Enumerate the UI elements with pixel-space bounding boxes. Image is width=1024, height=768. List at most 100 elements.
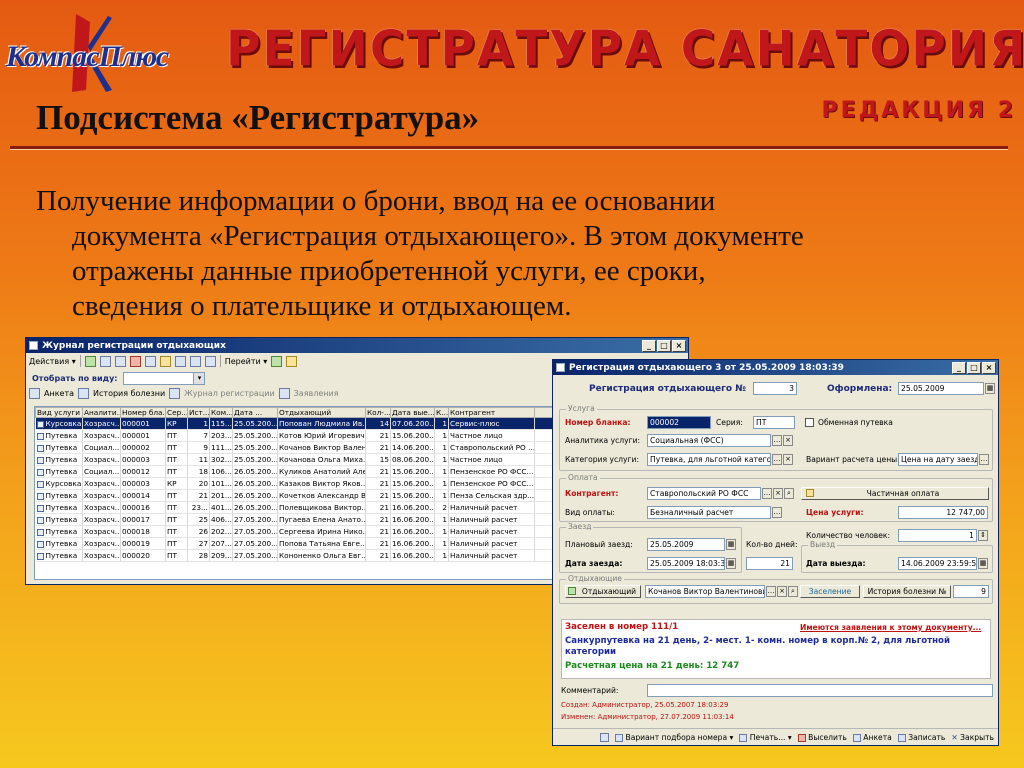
post-icon[interactable] (189, 355, 201, 367)
guest-button[interactable]: Отдыхающий (565, 585, 641, 598)
close-button[interactable]: × (672, 339, 686, 352)
maximize-button[interactable]: □ (657, 339, 671, 352)
table-cell: 101... (209, 477, 233, 490)
calendar-icon[interactable]: ▦ (985, 383, 995, 394)
column-header[interactable]: Вид услуги (35, 407, 83, 418)
stepper-icon[interactable]: ⇕ (978, 530, 988, 541)
evict-button[interactable]: Выселить (797, 733, 847, 742)
series-field[interactable]: ПТ (753, 416, 795, 429)
table-cell: Ставропольский РО ... (448, 441, 535, 454)
column-header[interactable]: Ком... (209, 407, 233, 418)
interval-icon[interactable] (144, 355, 156, 367)
table-cell: 1 (434, 525, 449, 538)
search-icon[interactable]: ⌕ (788, 586, 798, 597)
column-header[interactable]: Номер бла... (120, 407, 166, 418)
table-cell: 21 (187, 489, 210, 502)
calc-variant-field[interactable]: Цена на дату заезд (898, 453, 978, 466)
search-icon[interactable]: ⌕ (784, 488, 794, 499)
column-header[interactable]: Ист... (187, 407, 210, 418)
exchange-checkbox[interactable] (805, 418, 814, 427)
history-field[interactable]: 9 (953, 585, 989, 598)
pay-kind-field[interactable]: Безналичный расчет (647, 506, 771, 519)
anketa-link[interactable]: Анкета (44, 389, 74, 398)
select-button[interactable]: … (762, 488, 772, 499)
select-button[interactable]: … (772, 435, 782, 446)
registration-title: Регистрация отдыхающего 3 от 25.05.2009 … (569, 362, 844, 373)
settle-button[interactable]: Заселение (800, 585, 860, 598)
comment-field[interactable] (647, 684, 993, 697)
clear-icon[interactable]: × (783, 454, 793, 465)
refresh-icon[interactable] (271, 355, 283, 367)
filter-combo[interactable]: ▾ (123, 371, 206, 385)
table-cell: 115... (209, 417, 233, 430)
post-icon[interactable] (600, 732, 610, 742)
calendar-icon[interactable]: ▦ (726, 539, 736, 550)
category-field[interactable]: Путевка, для льготной катего (647, 453, 771, 466)
clear-icon[interactable]: × (777, 586, 787, 597)
document-icon (36, 432, 44, 440)
save-button[interactable]: Записать (897, 733, 945, 742)
table-cell: 15.06.200... (390, 429, 435, 442)
days-field[interactable]: 21 (746, 557, 793, 570)
chevron-down-icon[interactable]: ▾ (193, 372, 205, 384)
add-icon[interactable] (84, 355, 96, 367)
guest-field[interactable]: Кочанов Виктор Валентинович (645, 585, 765, 598)
issued-date-field[interactable]: 25.05.2009 (898, 382, 984, 395)
actions-menu[interactable]: Действия ▾ (29, 357, 76, 366)
column-header[interactable]: Дата ... (232, 407, 278, 418)
document-icon (36, 468, 44, 476)
column-header[interactable]: К... (434, 407, 449, 418)
print-button[interactable]: Печать... ▾ (739, 733, 792, 742)
blank-field[interactable]: 000002 (647, 416, 711, 429)
room-variant-button[interactable]: Вариант подбора номера ▾ (615, 733, 733, 742)
calendar-icon[interactable]: ▦ (978, 558, 988, 569)
column-header[interactable]: Контрагент (448, 407, 535, 418)
column-header[interactable]: Аналити... (82, 407, 121, 418)
reg-journal-link[interactable]: Журнал регистрации (184, 389, 275, 398)
delete-icon[interactable] (129, 355, 141, 367)
requests-link[interactable]: Имеются заявления к этому документу... (800, 623, 981, 632)
maximize-button[interactable]: □ (967, 361, 981, 374)
doc-number-field[interactable]: 3 (753, 382, 797, 395)
history-link[interactable]: История болезни (93, 389, 165, 398)
clear-icon[interactable]: × (773, 488, 783, 499)
history-button[interactable]: История болезни № (863, 585, 951, 598)
exchange-label: Обменная путевка (818, 418, 893, 427)
close-button[interactable]: × (982, 361, 996, 374)
tree-icon[interactable] (174, 355, 186, 367)
select-button[interactable]: … (979, 454, 989, 465)
arrival-field[interactable]: 25.05.2009 18:03:39 (647, 557, 725, 570)
copy-icon[interactable] (99, 355, 111, 367)
filter-icon[interactable] (159, 355, 171, 367)
select-button[interactable]: … (772, 454, 782, 465)
column-header[interactable]: Кол-... (365, 407, 391, 418)
edit-icon[interactable] (114, 355, 126, 367)
close-form-button[interactable]: ✕ Закрыть (951, 733, 994, 742)
clear-icon[interactable]: × (783, 435, 793, 446)
select-button[interactable]: … (766, 586, 776, 597)
minimize-button[interactable]: _ (952, 361, 966, 374)
anketa-button[interactable]: Анкета (852, 733, 892, 742)
goto-menu[interactable]: Перейти ▾ (225, 357, 268, 366)
column-header[interactable]: Сер... (165, 407, 188, 418)
planned-field[interactable]: 25.05.2009 (647, 538, 725, 551)
contractor-field[interactable]: Ставропольский РО ФСС (647, 487, 761, 500)
partial-pay-button[interactable]: Частичная оплата (801, 487, 989, 500)
price-field[interactable]: 12 747,00 (898, 506, 988, 519)
calendar-icon[interactable]: ▦ (726, 558, 736, 569)
persons-field[interactable]: 1 (898, 529, 977, 542)
column-header[interactable]: Дата вые... (390, 407, 435, 418)
requests-link[interactable]: Заявления (294, 389, 339, 398)
registration-titlebar[interactable]: Регистрация отдыхающего 3 от 25.05.2009 … (553, 360, 998, 375)
table-cell: Частное лицо (448, 429, 535, 442)
help-icon[interactable] (286, 355, 298, 367)
window-icon (556, 363, 565, 372)
column-header[interactable]: Отдыхающий (277, 407, 366, 418)
select-button[interactable]: … (772, 507, 782, 518)
table-cell: 000017 (120, 513, 166, 526)
journal-titlebar[interactable]: Журнал регистрации отдыхающих _ □ × (26, 338, 688, 353)
structure-icon[interactable] (204, 355, 216, 367)
analytics-field[interactable]: Социальная (ФСС) (647, 434, 771, 447)
minimize-button[interactable]: _ (642, 339, 656, 352)
departure-field[interactable]: 14.06.2009 23:59:59 (898, 557, 977, 570)
